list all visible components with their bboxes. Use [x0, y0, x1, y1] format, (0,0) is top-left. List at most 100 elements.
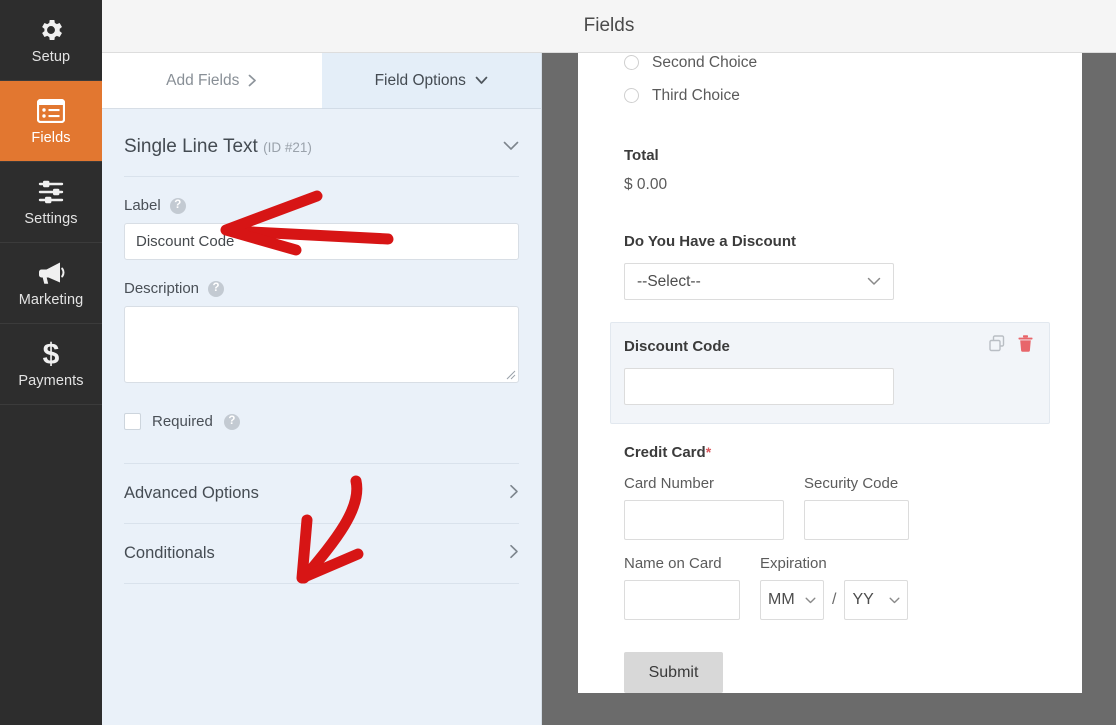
sidebar-item-label: Payments [18, 374, 83, 389]
question-mark-icon[interactable]: ? [170, 198, 186, 214]
radio-icon[interactable] [624, 55, 639, 70]
accordion-advanced-options[interactable]: Advanced Options [124, 464, 519, 524]
list-icon [36, 96, 66, 126]
accordion-group: Advanced Options Conditionals [124, 463, 519, 584]
expiration-group: Expiration MM / YY [760, 555, 908, 620]
resize-grip-icon[interactable] [504, 368, 516, 380]
submit-button[interactable]: Submit [624, 652, 723, 693]
svg-text:$: $ [43, 339, 60, 369]
description-field-label: Description [124, 280, 199, 297]
question-mark-icon[interactable]: ? [208, 281, 224, 297]
accordion-conditionals[interactable]: Conditionals [124, 524, 519, 584]
chevron-down-icon [889, 591, 900, 609]
total-block: Total $ 0.00 [624, 147, 1036, 194]
radio-icon[interactable] [624, 88, 639, 103]
name-on-card-group: Name on Card [624, 555, 740, 620]
chevron-down-icon [475, 76, 488, 85]
credit-card-title-text: Credit Card [624, 444, 706, 461]
discount-select-value: --Select-- [637, 273, 701, 291]
block-actions [989, 335, 1033, 352]
choice-label: Third Choice [652, 87, 740, 105]
sidebar-item-marketing[interactable]: Marketing [0, 243, 102, 324]
name-on-card-input[interactable] [624, 580, 740, 620]
accordion-label: Advanced Options [124, 484, 259, 503]
megaphone-icon [36, 258, 66, 288]
tab-label: Field Options [375, 72, 466, 90]
sidebar-item-payments[interactable]: $ Payments [0, 324, 102, 405]
label-input[interactable] [124, 223, 519, 260]
label-field-heading: Label ? [124, 197, 519, 214]
form-inner: Second Choice Third Choice Total $ 0.00 … [578, 53, 1082, 693]
page-title: Fields [584, 15, 635, 37]
left-sidebar: Setup Fields [0, 0, 102, 725]
expiration-year-value: YY [852, 591, 873, 609]
field-type-name: Single Line Text [124, 136, 258, 157]
card-number-group: Card Number [624, 475, 784, 540]
chevron-right-icon [248, 74, 257, 87]
sidebar-item-fields[interactable]: Fields [0, 81, 102, 162]
sidebar-item-label: Settings [24, 212, 77, 227]
discount-code-label: Discount Code [624, 338, 1049, 355]
discount-select[interactable]: --Select-- [624, 263, 894, 300]
card-number-input[interactable] [624, 500, 784, 540]
dollar-icon: $ [36, 339, 66, 369]
required-checkbox[interactable] [124, 413, 141, 430]
chevron-down-icon[interactable] [503, 138, 519, 156]
field-options-panel: Add Fields Field Options Single Line Tex… [102, 53, 542, 725]
sidebar-item-label: Fields [31, 131, 70, 146]
gear-icon [36, 15, 66, 45]
credit-card-title: Credit Card* [624, 444, 1036, 461]
required-star: * [706, 444, 711, 460]
label-field-label: Label [124, 197, 161, 214]
description-textarea[interactable] [124, 306, 519, 383]
field-header[interactable]: Single Line Text (ID #21) [124, 109, 519, 177]
security-code-group: Security Code [804, 475, 909, 540]
chevron-right-icon [509, 544, 519, 564]
expiration-separator: / [832, 591, 836, 609]
sidebar-item-setup[interactable]: Setup [0, 0, 102, 81]
choice-label: Second Choice [652, 54, 757, 72]
expiration-year-select[interactable]: YY [844, 580, 908, 620]
question-mark-icon[interactable]: ? [224, 414, 240, 430]
field-id: (ID #21) [263, 140, 312, 155]
top-bar: Fields [102, 0, 1116, 53]
chevron-down-icon [867, 273, 881, 291]
choice-item[interactable]: Third Choice [624, 82, 1036, 109]
accordion-label: Conditionals [124, 544, 215, 563]
total-value: $ 0.00 [624, 176, 1036, 194]
panel-tabs: Add Fields Field Options [102, 53, 541, 109]
discount-question-label: Do You Have a Discount [624, 233, 1036, 250]
description-field-heading: Description ? [124, 280, 519, 297]
panel-body: Single Line Text (ID #21) Label ? Descri… [102, 109, 541, 584]
form-builder-screen: Setup Fields [0, 0, 1116, 725]
name-on-card-label: Name on Card [624, 555, 740, 572]
tab-add-fields[interactable]: Add Fields [102, 53, 322, 109]
form-preview-area: Second Choice Third Choice Total $ 0.00 … [542, 53, 1116, 725]
expiration-label: Expiration [760, 555, 908, 572]
sidebar-item-label: Setup [32, 50, 70, 65]
discount-code-input[interactable] [624, 368, 894, 405]
tab-field-options[interactable]: Field Options [322, 53, 542, 109]
sidebar-item-settings[interactable]: Settings [0, 162, 102, 243]
field-type-title: Single Line Text (ID #21) [124, 136, 312, 158]
security-code-label: Security Code [804, 475, 909, 492]
required-row: Required ? [124, 413, 519, 463]
total-label: Total [624, 147, 1036, 164]
chevron-right-icon [509, 484, 519, 504]
security-code-input[interactable] [804, 500, 909, 540]
form-card: Second Choice Third Choice Total $ 0.00 … [578, 53, 1082, 693]
trash-icon[interactable] [1018, 335, 1033, 352]
discount-code-block[interactable]: Discount Code [610, 322, 1050, 424]
expiration-month-value: MM [768, 591, 795, 609]
discount-question-block: Do You Have a Discount --Select-- [624, 233, 1036, 300]
duplicate-icon[interactable] [989, 335, 1006, 352]
required-label: Required [152, 413, 213, 430]
tab-label: Add Fields [166, 72, 239, 90]
choice-item[interactable]: Second Choice [624, 53, 1036, 76]
expiration-month-select[interactable]: MM [760, 580, 824, 620]
sidebar-item-label: Marketing [19, 293, 84, 308]
chevron-down-icon [805, 591, 816, 609]
sliders-icon [36, 177, 66, 207]
credit-card-block: Credit Card* Card Number Security Code [624, 444, 1036, 620]
card-number-label: Card Number [624, 475, 784, 492]
